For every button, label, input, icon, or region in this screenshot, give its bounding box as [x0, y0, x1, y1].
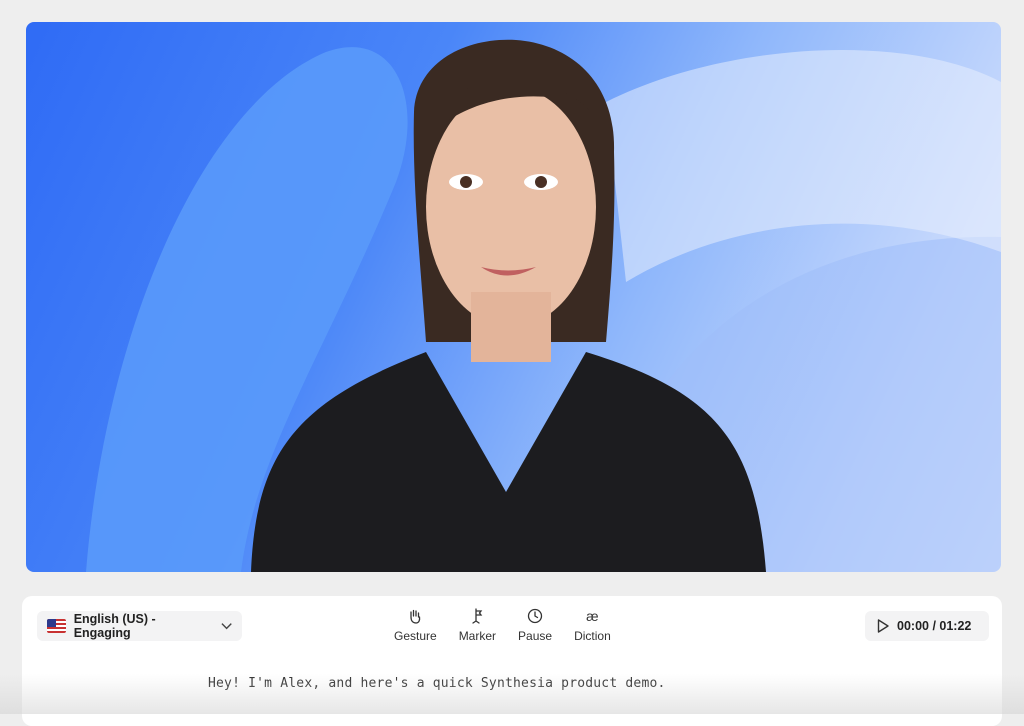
gesture-button[interactable]: Gesture [394, 608, 437, 643]
diction-button[interactable]: æ Diction [574, 608, 611, 643]
voice-language-dropdown[interactable]: English (US) - Engaging [37, 611, 242, 641]
voice-language-label: English (US) - Engaging [73, 612, 156, 640]
chevron-down-icon [221, 623, 232, 630]
pause-button[interactable]: Pause [518, 608, 552, 643]
script-toolbar: Gesture Marker Pause æ Diction [394, 608, 611, 643]
script-text[interactable]: Hey! I'm Alex, and here's a quick Synthe… [208, 676, 666, 691]
ae-glyph-icon: æ [586, 608, 599, 624]
pause-label: Pause [518, 629, 553, 643]
playback-time: 00:00 / 01:22 [897, 619, 972, 633]
clock-icon [527, 608, 543, 624]
marker-label: Marker [458, 629, 497, 643]
us-flag-icon [47, 619, 66, 633]
hand-wave-icon [407, 608, 423, 624]
diction-label: Diction [574, 629, 611, 643]
play-icon [877, 619, 889, 633]
avatar-video-preview [26, 22, 1001, 572]
marker-icon [469, 608, 485, 624]
marker-button[interactable]: Marker [459, 608, 496, 643]
script-editor-panel: English (US) - Engaging Gesture Marker P… [22, 596, 1002, 726]
preview-play-control[interactable]: 00:00 / 01:22 [865, 611, 989, 641]
gesture-label: Gesture [394, 629, 437, 643]
background-shapes [86, 39, 1001, 572]
